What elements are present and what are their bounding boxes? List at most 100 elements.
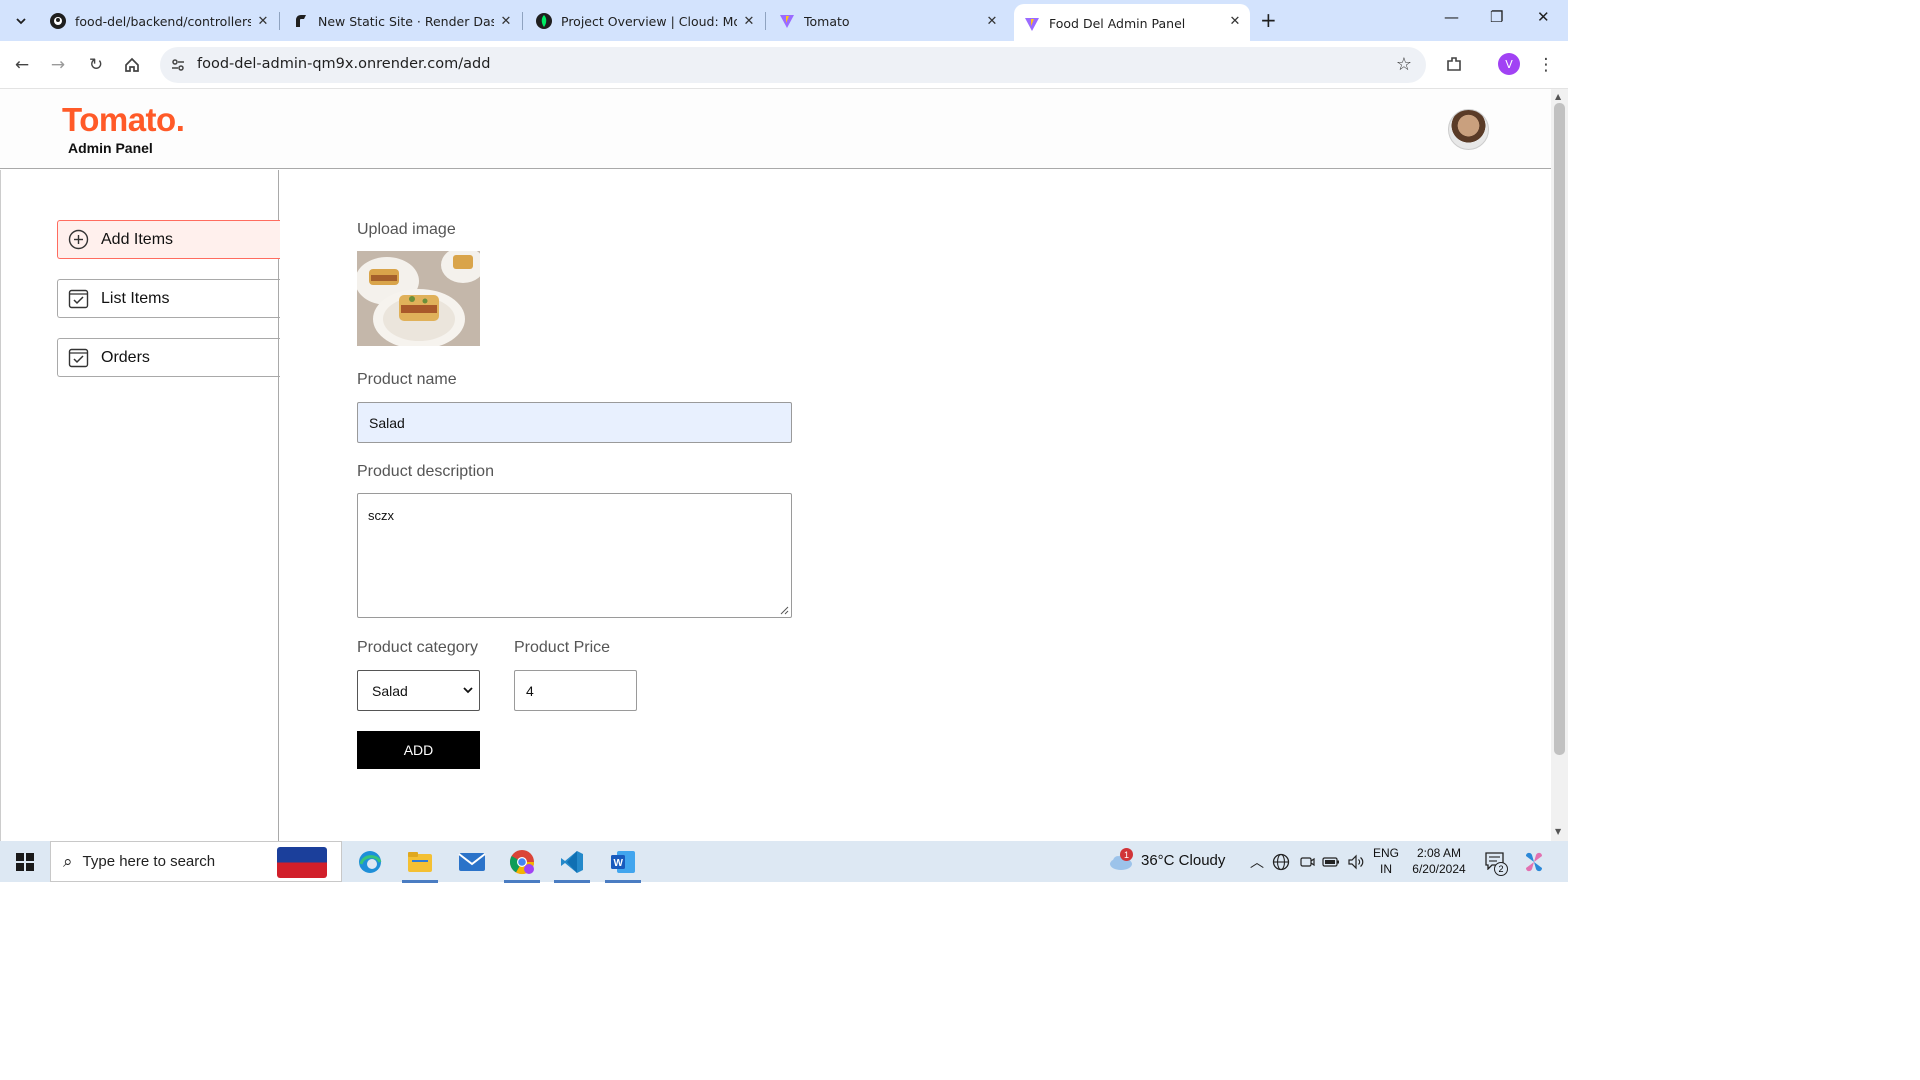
search-icon: ⌕ (63, 851, 73, 872)
vite-icon (779, 13, 795, 29)
language-code: ENG (1372, 846, 1399, 860)
clock[interactable]: 2:08 AM 6/20/2024 (1408, 845, 1470, 877)
tab-admin-panel[interactable]: Food Del Admin Panel ✕ (1014, 4, 1250, 41)
product-category-value: Salad (372, 682, 408, 699)
product-category-select[interactable]: Salad (357, 670, 480, 711)
tab-title: Food Del Admin Panel (1049, 16, 1186, 31)
page-scrollbar[interactable]: ▲ ▼ (1551, 89, 1568, 841)
upload-image-preview[interactable] (357, 251, 480, 346)
scroll-down-icon[interactable]: ▼ (1555, 827, 1561, 836)
mail-icon[interactable] (450, 844, 494, 880)
bookmark-star-icon[interactable]: ☆ (1396, 54, 1412, 75)
sidebar-item-list-items[interactable]: List Items (57, 279, 280, 318)
vscode-icon[interactable] (550, 844, 594, 883)
home-icon[interactable] (120, 53, 144, 77)
profile-avatar[interactable]: V (1498, 53, 1520, 75)
forward-icon[interactable]: → (46, 53, 70, 77)
tab-search-button[interactable] (8, 8, 34, 34)
tab-strip: food-del/backend/controllers/c ✕ New Sta… (0, 0, 1568, 41)
notification-count: 2 (1494, 862, 1508, 876)
clock-time: 2:08 AM (1416, 846, 1462, 860)
extensions-icon[interactable] (1442, 52, 1466, 76)
tab-render[interactable]: New Static Site · Render Dashb ✕ (283, 6, 521, 36)
close-icon[interactable]: ✕ (740, 12, 758, 30)
chrome-icon[interactable] (500, 844, 544, 883)
chevron-down-icon (463, 687, 473, 694)
mongodb-leaf-icon (536, 13, 552, 29)
scroll-thumb[interactable] (1554, 103, 1565, 755)
minimize-icon[interactable]: — (1444, 8, 1459, 26)
github-icon (50, 13, 66, 29)
taskbar-search[interactable]: ⌕ Type here to search (50, 841, 342, 882)
scroll-up-icon[interactable]: ▲ (1555, 92, 1561, 101)
menu-dots-icon[interactable]: ⋮ (1534, 53, 1558, 77)
resize-handle-icon[interactable] (780, 606, 789, 615)
tab-mongodb[interactable]: Project Overview | Cloud: Mong ✕ (526, 6, 764, 36)
meet-now-icon[interactable] (1299, 853, 1315, 875)
admin-avatar[interactable] (1448, 109, 1489, 150)
chevron-down-icon (16, 18, 26, 25)
upload-image-label: Upload image (357, 221, 456, 238)
volume-icon[interactable] (1347, 853, 1365, 875)
weather-text[interactable]: 36°C Cloudy (1141, 853, 1225, 869)
language-region: IN (1380, 862, 1392, 876)
globe-icon[interactable] (1272, 853, 1290, 875)
new-tab-button[interactable]: + (1260, 9, 1277, 31)
page: Tomato. Admin Panel Add Items List Items… (0, 89, 1551, 841)
tab-github[interactable]: food-del/backend/controllers/c ✕ (40, 6, 278, 36)
vite-icon (1024, 16, 1040, 32)
sidebar-item-label: List Items (101, 289, 170, 307)
checkbox-icon (68, 288, 89, 309)
back-icon[interactable]: ← (10, 53, 34, 77)
sidebar-item-label: Orders (101, 348, 150, 366)
product-description-text: sczx (368, 508, 394, 523)
tab-tomato[interactable]: Tomato ✕ (769, 6, 1007, 36)
close-icon[interactable]: ✕ (497, 12, 515, 30)
file-explorer-icon[interactable] (398, 844, 442, 883)
word-icon[interactable]: W (601, 844, 645, 883)
windows-start-icon[interactable] (16, 853, 34, 871)
copilot-icon[interactable] (1522, 850, 1546, 878)
battery-icon[interactable] (1322, 853, 1340, 875)
restore-icon[interactable]: ❐ (1490, 8, 1503, 26)
windows-taskbar: ⌕ Type here to search W 1 36°C Cloudy ︿ … (0, 841, 1568, 883)
tab-title: Project Overview | Cloud: Mong (561, 13, 737, 29)
notification-center-icon[interactable]: 2 (1485, 852, 1508, 876)
taskbar-search-placeholder: Type here to search (82, 853, 216, 870)
product-description-textarea[interactable]: sczx (357, 493, 792, 618)
product-category-label: Product category (357, 639, 478, 656)
tab-title: New Static Site · Render Dashb (318, 13, 494, 29)
close-icon[interactable]: ✕ (254, 12, 272, 30)
address-bar[interactable]: food-del-admin-qm9x.onrender.com/add ☆ (160, 47, 1426, 83)
render-icon (293, 13, 309, 29)
product-price-label: Product Price (514, 639, 611, 656)
lasagna-photo-image (357, 251, 480, 346)
chevron-up-icon[interactable]: ︿ (1250, 852, 1264, 872)
window-close-icon[interactable]: ✕ (1537, 8, 1550, 26)
add-circle-icon (68, 229, 89, 250)
close-icon[interactable]: ✕ (983, 12, 1001, 30)
url-text[interactable]: food-del-admin-qm9x.onrender.com/add (197, 56, 490, 72)
logo[interactable]: Tomato. (62, 101, 185, 139)
reload-icon[interactable]: ↻ (84, 53, 108, 77)
browser-toolbar: ← → ↻ food-del-admin-qm9x.onrender.com/a… (0, 41, 1568, 89)
close-icon[interactable]: ✕ (1226, 12, 1244, 30)
sidebar: Add Items List Items Orders (0, 170, 280, 841)
checkbox-icon (68, 347, 89, 368)
sidebar-item-add-items[interactable]: Add Items (57, 220, 280, 259)
tab-title: Tomato (804, 13, 850, 29)
sidebar-item-orders[interactable]: Orders (57, 338, 280, 377)
search-highlight-flag-icon (277, 847, 327, 878)
site-info-icon[interactable] (168, 55, 188, 75)
add-button[interactable]: ADD (357, 731, 480, 769)
weather-cloud-icon[interactable]: 1 (1108, 848, 1134, 876)
clock-date: 6/20/2024 (1412, 862, 1466, 876)
tab-separator (279, 12, 280, 30)
edge-icon[interactable] (348, 844, 392, 880)
weather-badge: 1 (1120, 848, 1133, 861)
product-name-input[interactable]: Salad (357, 402, 792, 443)
product-price-input[interactable]: 4 (514, 670, 637, 711)
product-name-label: Product name (357, 371, 457, 388)
tab-title: food-del/backend/controllers/c (75, 13, 251, 29)
language-indicator[interactable]: ENG IN (1372, 845, 1400, 877)
